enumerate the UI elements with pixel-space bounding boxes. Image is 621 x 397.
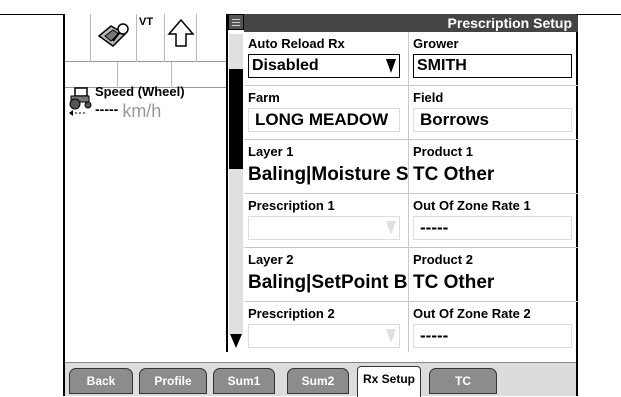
auto-reload-value: Disabled: [252, 57, 319, 74]
scroll-down-icon[interactable]: [230, 334, 242, 348]
tab-tc[interactable]: TC: [429, 368, 497, 394]
settings-grid: Auto Reload Rx Disabled Grower SMITH Far…: [244, 32, 578, 352]
tab-back[interactable]: Back: [69, 368, 133, 394]
speed-readout: Speed (Wheel) ----- km/h: [65, 80, 226, 128]
grower-label: Grower: [413, 36, 459, 51]
map-search-icon[interactable]: [91, 14, 137, 62]
tab-sum1[interactable]: Sum1: [213, 368, 275, 394]
dropdown-arrow-icon: [383, 325, 399, 347]
auto-reload-dropdown[interactable]: Disabled: [248, 54, 400, 78]
layer2-cell[interactable]: Layer 2 Baling|SetPoint B: [244, 248, 409, 302]
product1-cell[interactable]: Product 1 TC Other: [409, 140, 578, 194]
speed-label: Speed (Wheel): [95, 84, 185, 99]
layer2-value: Baling|SetPoint B: [248, 272, 408, 293]
tab-profile[interactable]: Profile: [139, 368, 207, 394]
prescription1-dropdown[interactable]: [248, 216, 400, 240]
grower-cell: Grower SMITH: [409, 32, 578, 86]
product2-value: TC Other: [413, 272, 495, 293]
dropdown-arrow-icon: [383, 217, 399, 239]
app-icon: [228, 14, 244, 30]
out-of-zone1-cell: Out Of Zone Rate 1 -----: [409, 194, 578, 248]
product2-cell[interactable]: Product 2 TC Other: [409, 248, 578, 302]
vt-icon[interactable]: VT: [137, 14, 165, 62]
layer1-label: Layer 1: [248, 144, 294, 159]
prescription1-label: Prescription 1: [248, 198, 335, 213]
empty-slot: [197, 14, 226, 62]
speed-unit: km/h: [122, 101, 162, 121]
scrollbar[interactable]: [228, 14, 244, 352]
grower-input[interactable]: SMITH: [413, 54, 572, 78]
speed-value: ----- km/h: [95, 101, 161, 122]
out-of-zone2-cell: Out Of Zone Rate 2 -----: [409, 302, 578, 352]
farm-cell: Farm LONG MEADOW: [244, 86, 409, 140]
terminal-screen: VT Speed (Wheel) ----- km/h Prescription…: [63, 14, 578, 397]
prescription2-cell: Prescription 2: [244, 302, 409, 352]
out-of-zone2-input[interactable]: -----: [413, 324, 572, 348]
tab-sum2[interactable]: Sum2: [287, 368, 349, 394]
layer1-value: Baling|Moisture S: [248, 164, 409, 185]
product2-label: Product 2: [413, 252, 473, 267]
speed-dashes: -----: [95, 101, 119, 117]
farm-value[interactable]: LONG MEADOW: [248, 108, 400, 132]
out-of-zone1-input[interactable]: -----: [413, 216, 572, 240]
dropdown-arrow-icon: [383, 55, 399, 77]
product1-value: TC Other: [413, 164, 495, 185]
tab-bar: Back Profile Sum1 Sum2 Rx Setup TC: [65, 362, 576, 397]
scrollbar-thumb[interactable]: [229, 69, 243, 169]
auto-reload-label: Auto Reload Rx: [248, 36, 345, 51]
farm-label: Farm: [248, 90, 280, 105]
empty-slot: [65, 14, 91, 62]
layer1-cell[interactable]: Layer 1 Baling|Moisture S: [244, 140, 409, 194]
auto-reload-cell: Auto Reload Rx Disabled: [244, 32, 409, 86]
product1-label: Product 1: [413, 144, 473, 159]
field-value[interactable]: Borrows: [413, 108, 572, 132]
prescription2-dropdown[interactable]: [248, 324, 400, 348]
field-label: Field: [413, 90, 444, 105]
prescription1-cell: Prescription 1: [244, 194, 409, 248]
layer2-label: Layer 2: [248, 252, 294, 267]
prescription2-label: Prescription 2: [248, 306, 335, 321]
icon-bar: VT: [65, 14, 226, 62]
tab-rx-setup[interactable]: Rx Setup: [357, 366, 421, 397]
vt-label: VT: [139, 16, 154, 28]
out-of-zone2-label: Out Of Zone Rate 2: [413, 306, 531, 321]
tractor-icon: [69, 87, 92, 116]
page-title: Prescription Setup: [244, 14, 578, 32]
out-of-zone1-label: Out Of Zone Rate 1: [413, 198, 531, 213]
arrow-up-icon[interactable]: [165, 14, 197, 62]
field-cell: Field Borrows: [409, 86, 578, 140]
